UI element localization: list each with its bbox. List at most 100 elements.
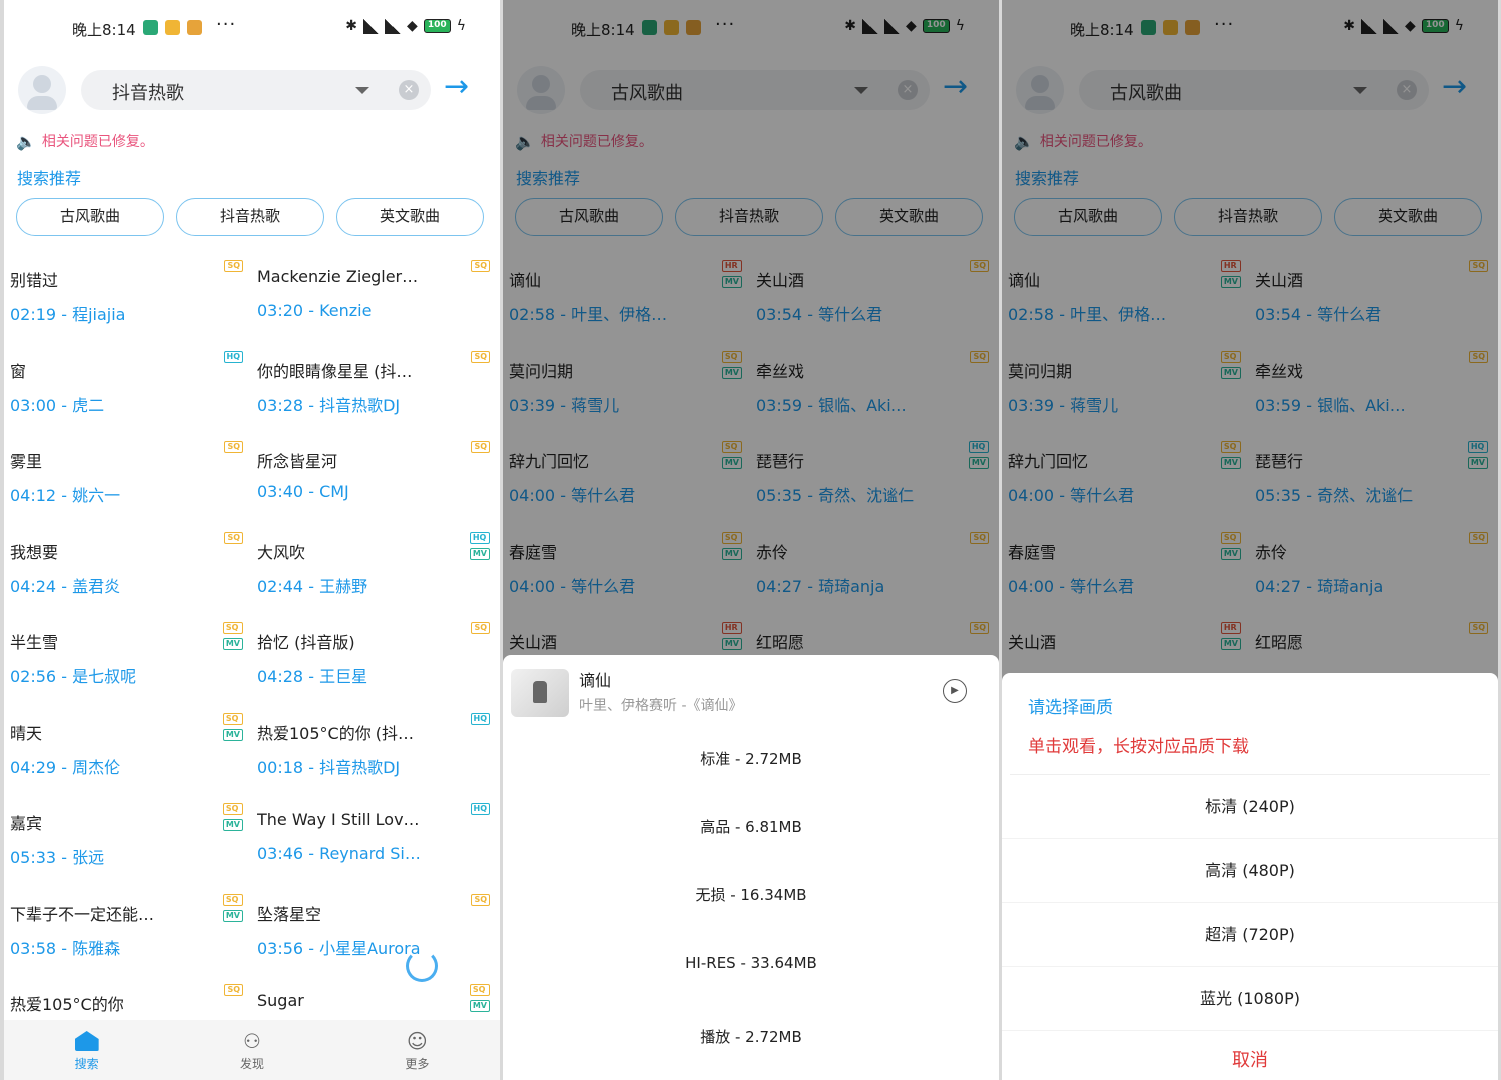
sheet-header: 谪仙 叶里、伊格赛听 -《谪仙》 ▶ [503,655,999,725]
song-item[interactable]: 雾里 04:12 - 姚六一 SQ [4,427,251,518]
nav-item[interactable]: ☺ 更多 [335,1020,500,1080]
song-artist[interactable]: 抖音热歌DJ [319,758,400,777]
quality-badges: HQ MV [469,531,490,560]
song-item[interactable]: 别错过 02:19 - 程jiajia SQ [4,246,251,337]
song-artist[interactable]: 陈雅森 [72,939,120,958]
song-title: 雾里 [10,452,43,471]
song-item[interactable]: 嘉宾 05:33 - 张远 SQ MV [4,789,251,880]
song-title: Mackenzie Ziegler… [257,267,419,286]
song-item[interactable]: Mackenzie Ziegler… 03:20 - Kenzie SQ [251,246,498,337]
song-artist[interactable]: 姚六一 [72,486,120,505]
badge-hq: HQ [223,350,243,363]
badge-mv: MV [469,1000,490,1012]
quality-option[interactable]: 标清 (240P) [1002,775,1498,839]
notification-icon [187,20,202,35]
song-meta: 03:00 - 虎二 [10,392,230,416]
song-artist[interactable]: CMJ [319,482,349,501]
quality-sheet: 请选择画质 单击观看，长按对应品质下载 标清 (240P) 高清 (480P) 超清 (… [1002,673,1498,1080]
clear-icon[interactable]: × [399,80,419,100]
separator: - [303,482,320,501]
quality-hint: 单击观看，长按对应品质下载 [1028,737,1249,757]
song-item[interactable]: 拾忆 (抖音版) 04:28 - 王巨星 SQ [251,608,498,699]
signal-icon [362,18,379,34]
avatar[interactable] [18,66,66,114]
song-item[interactable]: 下辈子不一定还能… 03:58 - 陈雅森 SQ MV [4,880,251,971]
badge-sq: SQ [471,441,490,453]
song-meta: 04:24 - 盖君炎 [10,573,230,597]
tag-chip[interactable]: 抖音热歌 [176,198,324,236]
song-item[interactable]: 晴天 04:29 - 周杰伦 SQ MV [4,699,251,790]
song-item[interactable]: 大风吹 02:44 - 王赫野 HQ MV [251,518,498,609]
song-artist[interactable]: 小星星Aurora [319,939,421,958]
quality-badges: SQ [471,350,490,363]
signal-icon [384,18,401,34]
song-artist[interactable]: 抖音热歌DJ [319,396,400,415]
song-artist[interactable]: 王巨星 [319,667,367,686]
song-item[interactable]: 我想要 04:24 - 盖君炎 SQ [4,518,251,609]
badge-sq: SQ [222,893,243,906]
song-artist[interactable]: 盖君炎 [72,577,120,596]
song-title: 半生雪 [10,633,59,652]
separator: - [303,395,320,415]
song-artist[interactable]: 是七叔呢 [72,667,136,686]
song-item[interactable]: 所念皆星河 03:40 - CMJ SQ [251,427,498,518]
separator: - [56,667,73,686]
search-input[interactable]: 抖音热歌 [112,79,184,105]
song-artist[interactable]: 周杰伦 [72,758,120,777]
song-duration: 04:24 [10,576,57,596]
quality-option[interactable]: 蓝光 (1080P) [1002,967,1498,1031]
home-icon [4,1029,169,1055]
download-option[interactable]: HI-RES - 33.64MB [503,929,999,997]
quality-badges: SQ [471,441,490,453]
badge-mv: MV [469,547,490,560]
song-artist[interactable]: 程jiajia [72,305,125,324]
search-go-arrow-icon[interactable]: → [444,72,478,106]
song-artist[interactable]: 虎二 [72,396,104,415]
charging-icon: ϟ [456,18,466,34]
nav-item[interactable]: 搜索 [4,1020,169,1080]
song-artist[interactable]: 张远 [72,848,104,867]
song-meta: 02:19 - 程jiajia [10,301,230,325]
quality-option[interactable]: 高清 (480P) [1002,839,1498,903]
song-title: 热爱105°C的你 [10,995,124,1014]
play-icon[interactable]: ▶ [943,679,967,703]
nav-label: 更多 [405,1057,430,1071]
separator: - [303,301,320,320]
badge-sq: SQ [471,260,490,272]
status-bar: 晚上8:14 ··· ✱ ◆ 100 ϟ [4,0,500,58]
tag-chip[interactable]: 英文歌曲 [336,198,484,236]
download-option[interactable]: 标准 - 2.72MB [503,725,999,793]
bottom-nav: 搜索 ⚇ 发现 ☺ 更多 [4,1020,500,1080]
song-duration: 00:18 [257,757,304,777]
song-artist[interactable]: Kenzie [319,301,371,320]
song-item[interactable]: 你的眼睛像星星 (抖… 03:28 - 抖音热歌DJ SQ [251,337,498,428]
cancel-button[interactable]: 取消 [1002,1031,1498,1080]
tag-chip[interactable]: 古风歌曲 [16,198,164,236]
song-title: 热爱105°C的你 (抖… [257,723,415,743]
badge-sq: SQ [224,531,243,544]
song-artist[interactable]: 王赫野 [319,577,367,596]
badge-hq: HQ [470,712,490,725]
badge-mv: MV [222,728,243,741]
quality-badges: SQ [224,531,243,544]
song-item[interactable]: The Way I Still Lov… 03:46 - Reynard Si… H… [251,789,498,880]
download-option[interactable]: 高品 - 6.81MB [503,793,999,861]
separator: - [303,576,320,596]
song-title: The Way I Still Lov… [257,810,420,829]
song-item[interactable]: 热爱105°C的你 (抖… 00:18 - 抖音热歌DJ HQ [251,699,498,790]
quality-option[interactable]: 超清 (720P) [1002,903,1498,967]
search-box[interactable]: 抖音热歌 × [81,70,431,110]
badge-sq: SQ [222,712,243,725]
song-item[interactable]: 半生雪 02:56 - 是七叔呢 SQ MV [4,608,251,699]
dropdown-caret-icon[interactable] [355,87,369,94]
badge-sq: SQ [471,893,490,906]
download-option[interactable]: 无损 - 16.34MB [503,861,999,929]
separator: - [56,305,73,324]
song-meta: 03:56 - 小星星Aurora [257,935,477,959]
download-option[interactable]: 播放 - 2.72MB [503,997,999,1065]
nav-item[interactable]: ⚇ 发现 [169,1020,334,1080]
nav-label: 搜索 [74,1057,99,1071]
song-artist[interactable]: Reynard Si… [319,844,421,863]
song-item[interactable]: 窗 03:00 - 虎二 HQ [4,337,251,428]
song-item[interactable]: 坠落星空 03:56 - 小星星Aurora SQ [251,880,498,971]
